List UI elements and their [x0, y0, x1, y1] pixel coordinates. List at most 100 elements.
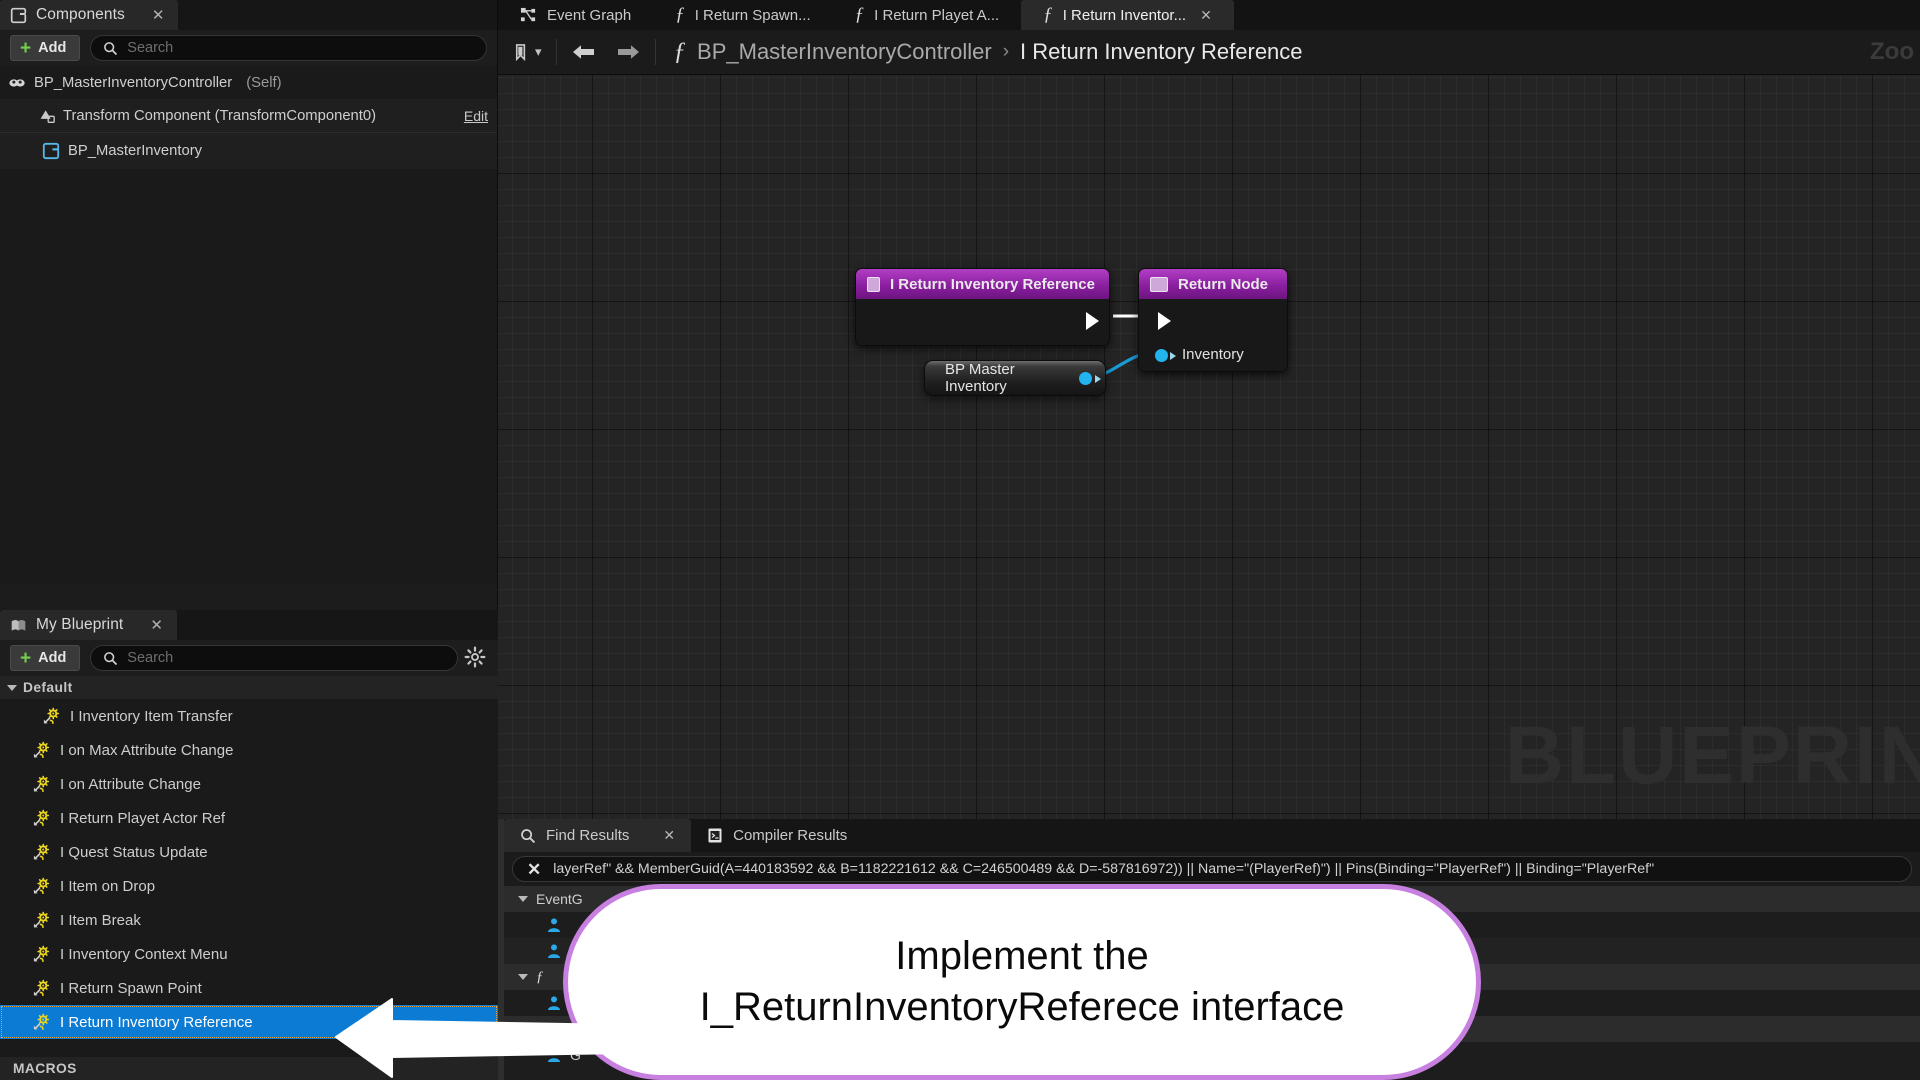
document-tab-label: I Return Playet A... [874, 6, 1000, 24]
interface-function-icon [33, 843, 50, 860]
bottom-tab-1[interactable]: Compiler Results [691, 819, 863, 852]
section-header-default[interactable]: Default [0, 676, 498, 699]
plus-icon: + [20, 647, 32, 669]
breadcrumb-separator: › [1002, 41, 1010, 62]
components-search-input[interactable]: Search [90, 35, 487, 61]
exec-in-pin[interactable] [1158, 312, 1171, 330]
function-label: I on Attribute Change [60, 775, 201, 793]
inventory-in-pin[interactable] [1155, 349, 1168, 362]
my-blueprint-function-5[interactable]: I Item on Drop [0, 869, 498, 903]
interface-function-icon [33, 979, 50, 996]
components-add-button[interactable]: + Add [10, 35, 81, 61]
node-title: I Return Inventory Reference [889, 275, 1095, 293]
gear-icon[interactable] [464, 646, 486, 668]
left-panel-column: Components ✕ + Add Search BP_MasterInven… [0, 0, 498, 1080]
document-tab-1[interactable]: ƒ I Return Spawn... [653, 0, 832, 30]
pin-arrow-icon [1095, 375, 1101, 383]
divider [654, 39, 656, 65]
my-blueprint-add-label: Add [38, 650, 67, 666]
my-blueprint-function-2[interactable]: I on Attribute Change [0, 767, 498, 801]
close-icon[interactable]: ✕ [527, 861, 541, 878]
my-blueprint-function-7[interactable]: I Inventory Context Menu [0, 937, 498, 971]
bookmark-button[interactable]: ▾ [502, 43, 552, 62]
component-label: BP_MasterInventoryController [34, 74, 233, 91]
component-suffix: (Self) [246, 74, 282, 91]
close-icon[interactable]: ✕ [1200, 7, 1212, 24]
compiler-icon [708, 828, 722, 843]
variable-out-pin[interactable] [1079, 372, 1092, 385]
search-icon [521, 828, 536, 843]
components-add-label: Add [38, 40, 67, 56]
tab-my-blueprint-label: My Blueprint [36, 616, 124, 633]
interface-function-icon [33, 741, 50, 758]
function-label: I Item on Drop [60, 877, 156, 895]
chevron-down-icon [7, 684, 17, 691]
document-tab-2[interactable]: ƒ I Return Playet A... [833, 0, 1022, 30]
breadcrumb-owner[interactable]: BP_MasterInventoryController [697, 39, 992, 65]
my-blueprint-function-4[interactable]: I Quest Status Update [0, 835, 498, 869]
find-results-search-row: ✕ layerRef" && MemberGuid(A=440183592 &&… [504, 852, 1920, 886]
annotation-line-1: Implement the [895, 933, 1149, 978]
document-tab-0[interactable]: Event Graph [498, 0, 653, 30]
component-row-self[interactable]: BP_MasterInventoryController (Self) [0, 66, 497, 99]
document-tab-3[interactable]: ƒ I Return Inventor... ✕ [1021, 0, 1234, 30]
find-results-query: layerRef" && MemberGuid(A=440183592 && B… [553, 861, 1655, 877]
bottom-tab-0[interactable]: Find Results ✕ [504, 819, 692, 852]
arrow-left-icon[interactable] [571, 42, 597, 62]
interface-function-icon [33, 775, 50, 792]
node-variable-bp-master-inventory[interactable]: BP Master Inventory [924, 360, 1106, 396]
component-row-masterinventory[interactable]: BP_MasterInventory [0, 133, 497, 169]
function-return-icon [1150, 276, 1168, 292]
breadcrumb: ƒ BP_MasterInventoryController › I Retur… [660, 38, 1303, 66]
function-icon: ƒ [673, 38, 687, 65]
function-label: I Return Inventory Reference [60, 1013, 253, 1031]
components-toolbar: + Add Search [0, 30, 497, 66]
function-label: I on Max Attribute Change [60, 741, 234, 759]
graph-watermark: BLUEPRIN [1504, 710, 1920, 801]
function-list: I Inventory Item Transfer I on Max Attrib… [0, 699, 498, 1039]
divider [555, 39, 557, 65]
node-function-return[interactable]: Return Node Inventory [1138, 268, 1288, 372]
component-row-transform[interactable]: Transform Component (TransformComponent0… [0, 99, 497, 132]
node-function-entry[interactable]: I Return Inventory Reference [855, 268, 1110, 346]
arrow-right-icon[interactable] [615, 42, 641, 62]
graph-breadcrumb-bar: ▾ ƒ BP_MasterInventoryController › I Ret… [498, 30, 1920, 75]
bottom-tab-label: Compiler Results [733, 827, 848, 844]
my-blueprint-search-input[interactable]: Search [90, 645, 458, 671]
my-blueprint-toolbar: + Add Search [0, 640, 498, 676]
blueprint-icon [42, 142, 60, 160]
close-icon[interactable]: ✕ [152, 8, 165, 23]
interface-function-icon [33, 809, 50, 826]
interface-function-icon [33, 911, 50, 928]
chevron-down-icon [518, 974, 528, 980]
exec-out-pin[interactable] [1086, 312, 1099, 330]
component-edit-link[interactable]: Edit [464, 108, 488, 124]
find-results-search-input[interactable]: ✕ layerRef" && MemberGuid(A=440183592 &&… [512, 856, 1912, 882]
function-icon: ƒ [675, 4, 685, 25]
my-blueprint-function-6[interactable]: I Item Break [0, 903, 498, 937]
function-label: I Quest Status Update [60, 843, 208, 861]
document-tab-label: I Return Inventor... [1062, 6, 1187, 24]
plus-icon: + [20, 37, 32, 59]
close-icon[interactable]: ✕ [663, 827, 675, 844]
close-icon[interactable]: ✕ [150, 618, 163, 633]
book-icon [11, 619, 26, 631]
function-icon: ƒ [1043, 4, 1053, 25]
my-blueprint-function-0[interactable]: I Inventory Item Transfer [0, 699, 498, 733]
function-entry-icon [867, 276, 880, 292]
components-icon [10, 7, 27, 23]
component-label: BP_MasterInventory [68, 143, 203, 159]
interface-function-icon [33, 877, 50, 894]
search-icon [104, 41, 118, 55]
my-blueprint-function-3[interactable]: I Return Playet Actor Ref [0, 801, 498, 835]
tab-components[interactable]: Components ✕ [0, 0, 179, 30]
blueprint-graph-canvas[interactable]: BLUEPRIN I Return Inventory Reference Re… [498, 75, 1920, 819]
function-icon: ƒ [536, 968, 544, 985]
function-label: I Return Spawn Point [60, 979, 202, 997]
my-blueprint-function-1[interactable]: I on Max Attribute Change [0, 733, 498, 767]
my-blueprint-add-button[interactable]: + Add [10, 645, 81, 671]
tab-my-blueprint[interactable]: My Blueprint ✕ [0, 610, 177, 640]
graph-icon [520, 7, 536, 21]
my-blueprint-search-placeholder: Search [127, 650, 174, 666]
node-body [856, 299, 1109, 345]
